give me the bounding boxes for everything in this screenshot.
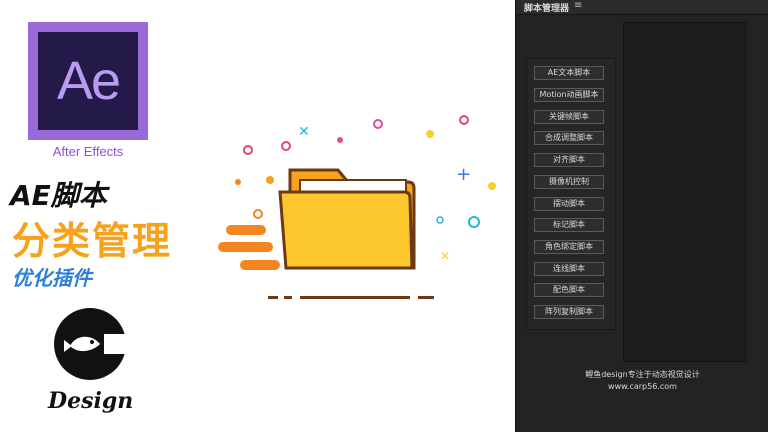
wiggle-script-button[interactable]: 摆动脚本	[534, 197, 604, 211]
footer-url: www.carp56.com	[608, 382, 677, 391]
panel-header: 脚本管理器 ≡	[516, 0, 768, 15]
brand-text: Design	[47, 388, 133, 414]
script-button-list: AE文本脚本 Motion动画脚本 关键帧脚本 合成调整脚本 对齐脚本 摄像机控…	[526, 58, 616, 330]
title-line-1: AE脚本	[10, 179, 107, 212]
carp-design-logo: Design	[47, 308, 142, 414]
character-rig-script-button[interactable]: 角色绑定脚本	[534, 240, 604, 254]
svg-text:+: +	[456, 164, 471, 185]
keyframe-script-button[interactable]: 关键帧脚本	[534, 110, 604, 124]
title-line-3: 优化插件	[12, 266, 92, 290]
title-line-2: 分类管理	[12, 219, 173, 263]
ae-text-script-button[interactable]: AE文本脚本	[534, 66, 604, 80]
preview-area	[623, 22, 746, 362]
script-manager-panel: 脚本管理器 ≡ AE文本脚本 Motion动画脚本 关键帧脚本 合成调整脚本 对…	[515, 0, 768, 432]
hamburger-menu-icon[interactable]: ≡	[574, 0, 582, 11]
composition-adjust-script-button[interactable]: 合成调整脚本	[534, 131, 604, 145]
ae-caption: After Effects	[52, 144, 124, 159]
svg-text:✕: ✕	[440, 249, 450, 263]
array-duplicate-script-button[interactable]: 阵列复制脚本	[534, 305, 604, 319]
align-script-button[interactable]: 对齐脚本	[534, 153, 604, 167]
connect-line-script-button[interactable]: 连线脚本	[534, 262, 604, 276]
ae-logo-text: Ae	[56, 51, 121, 111]
panel-title: 脚本管理器	[524, 4, 570, 14]
footer-slogan: 鲤鱼design专注于动态视觉设计	[585, 370, 700, 379]
after-effects-logo: Ae	[28, 22, 148, 140]
motion-animation-script-button[interactable]: Motion动画脚本	[534, 88, 604, 102]
marker-script-button[interactable]: 标记脚本	[534, 218, 604, 232]
folder-illustration: ✕ + ✕	[218, 115, 496, 299]
camera-control-button[interactable]: 摄像机控制	[534, 175, 604, 189]
color-script-button[interactable]: 配色脚本	[534, 283, 604, 297]
ae-logo-inner: Ae	[38, 32, 138, 130]
svg-text:✕: ✕	[298, 124, 310, 140]
